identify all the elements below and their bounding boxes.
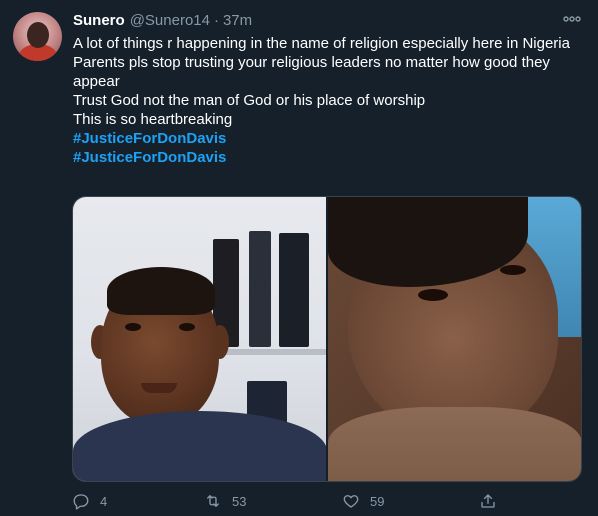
share-button[interactable]: [479, 490, 497, 512]
tweet-line: This is so heartbreaking: [73, 111, 233, 128]
tweet: Sunero @Sunero14 · 37m A lot of things r…: [0, 0, 598, 516]
product-box: [249, 231, 271, 347]
hashtag-link[interactable]: #JusticeForDonDavis: [73, 148, 573, 167]
retweet-count: 53: [232, 493, 247, 509]
reply-button[interactable]: 4: [72, 490, 107, 512]
author-handle[interactable]: @Sunero14: [130, 12, 210, 29]
tweet-header: Sunero @Sunero14 · 37m: [73, 12, 252, 32]
share-icon: [481, 494, 495, 508]
more-icon[interactable]: [562, 12, 582, 26]
retweet-button[interactable]: 53: [204, 490, 246, 512]
hashtag-link[interactable]: #JusticeForDonDavis: [73, 129, 573, 148]
tweet-text: A lot of things r happening in the name …: [73, 34, 573, 167]
eye: [179, 323, 195, 331]
tweet-line: Trust God not the man of God or his plac…: [73, 92, 426, 109]
reply-count: 4: [100, 493, 108, 509]
mouth: [141, 383, 177, 393]
avatar-face: [27, 22, 49, 48]
product-box: [279, 233, 309, 347]
suit: [73, 411, 326, 481]
photo-right[interactable]: [326, 197, 581, 481]
eye: [500, 265, 526, 275]
photo-left[interactable]: [73, 197, 326, 481]
tweet-line: A lot of things r happening in the name …: [73, 35, 570, 52]
reply-icon: [73, 494, 89, 510]
shoulder: [328, 407, 581, 481]
separator-dot: ·: [213, 12, 219, 29]
author-name[interactable]: Sunero: [73, 12, 125, 29]
action-bar: 4 53 59: [72, 490, 502, 512]
eye: [125, 323, 141, 331]
like-button[interactable]: 59: [342, 490, 384, 512]
boy-hair: [107, 267, 215, 315]
tweet-time[interactable]: 37m: [223, 12, 252, 29]
eye: [418, 289, 448, 301]
retweet-icon: [207, 495, 219, 507]
like-count: 59: [370, 493, 385, 509]
tweet-line: Parents pls stop trusting your religious…: [73, 54, 550, 90]
tweet-media[interactable]: [72, 196, 582, 482]
avatar[interactable]: [13, 12, 62, 61]
like-icon: [343, 495, 359, 508]
